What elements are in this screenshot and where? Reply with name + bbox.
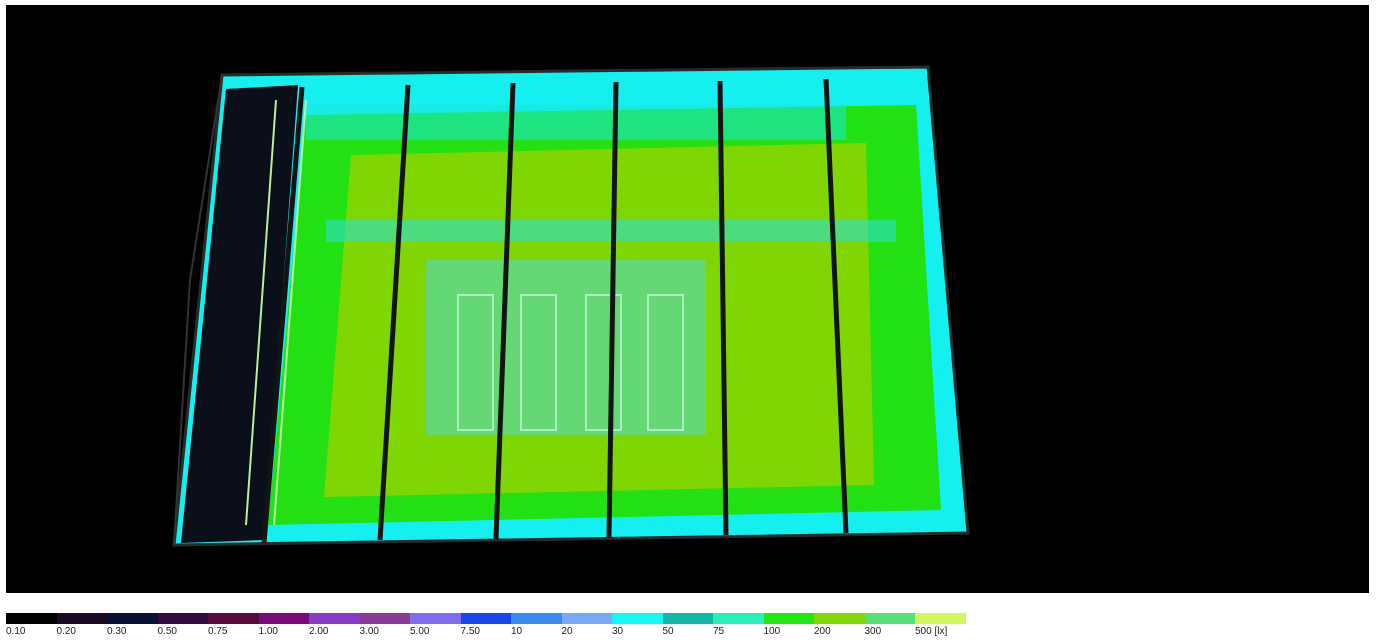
legend-swatch (713, 613, 764, 624)
legend-tick-label: 300 (864, 626, 882, 637)
legend-swatch (157, 613, 208, 624)
legend-swatch (561, 613, 612, 624)
room-plan-render (172, 65, 970, 547)
legend-swatch (359, 613, 410, 624)
legend-tick-label: 20 (561, 626, 573, 637)
legend-tick-label: 10 (511, 626, 523, 637)
legend-tick-label: 0.50 (157, 626, 177, 637)
legend-tick-label: 0.75 (208, 626, 228, 637)
legend-swatch (814, 613, 865, 624)
legend-tick-label: 0.10 (6, 626, 26, 637)
legend-tick-label: 75 (713, 626, 725, 637)
legend-swatch (6, 613, 57, 624)
legend-tick-label: 1.00 (258, 626, 278, 637)
legend-swatch (864, 613, 915, 624)
top-cable-tray (306, 105, 846, 140)
legend-swatch (662, 613, 713, 624)
legend-tick-label: 100 (763, 626, 781, 637)
legend-tick-label: 3.00 (359, 626, 379, 637)
legend-tick-label: 50 (662, 626, 674, 637)
legend-tick-label: 0.20 (56, 626, 76, 637)
legend-swatch (208, 613, 259, 624)
illuminance-legend: 0.10 0.20 0.30 0.50 0.75 1.00 2.00 3.00 5.00 7.50… (6, 613, 966, 643)
legend-tick-label: 0.30 (107, 626, 127, 637)
legend-tick-label: 7.50 (460, 626, 480, 637)
legend-swatch (612, 613, 663, 624)
legend-swatch (410, 613, 461, 624)
legend-tick-label: 2.00 (309, 626, 329, 637)
legend-tick-label: 30 (612, 626, 624, 637)
legend-swatch (107, 613, 158, 624)
legend-color-scale (6, 613, 966, 624)
middle-truss (326, 220, 896, 242)
legend-tick-label: 200 (814, 626, 831, 637)
equipment-area (426, 260, 706, 435)
legend-tick-label: 5.00 (410, 626, 430, 637)
legend-tick-label: 500 [lx] (915, 626, 948, 637)
legend-swatch (56, 613, 107, 624)
legend-swatch (258, 613, 309, 624)
illuminance-render-view[interactable] (6, 5, 1369, 593)
legend-swatch (511, 613, 562, 624)
legend-swatch (460, 613, 511, 624)
legend-swatch (915, 613, 966, 624)
legend-swatch (763, 613, 814, 624)
legend-tick-labels: 0.10 0.20 0.30 0.50 0.75 1.00 2.00 3.00 5.00 7.50… (6, 626, 986, 640)
legend-swatch (309, 613, 360, 624)
